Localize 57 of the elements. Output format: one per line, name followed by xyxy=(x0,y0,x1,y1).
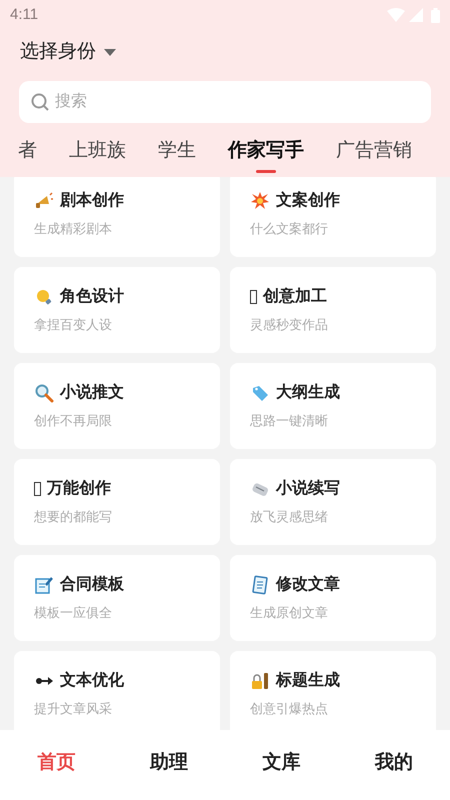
feature-card[interactable]: 角色设计 拿捏百变人设 xyxy=(14,266,220,352)
search-icon xyxy=(31,92,49,110)
nav-tab[interactable]: 我的 xyxy=(374,748,413,778)
card-subtitle: 什么文案都行 xyxy=(250,220,329,238)
card-subtitle: 创作不再局限 xyxy=(34,412,113,430)
feature-card[interactable]: 创意加工 灵感秒变作品 xyxy=(230,266,436,352)
identity-dropdown[interactable]: 选择身份 xyxy=(20,38,116,66)
lock-and-pen-icon xyxy=(250,670,270,691)
card-subtitle: 灵感秒变作品 xyxy=(250,316,329,334)
caret-icon xyxy=(104,48,116,56)
category-tab[interactable]: 者 xyxy=(18,136,37,175)
megaphone-icon xyxy=(34,190,54,211)
card-subtitle: 创意引爆热点 xyxy=(250,700,329,718)
feature-card[interactable]: 合同模板 模板一应俱全 xyxy=(14,554,220,640)
feature-card[interactable]: 剧本创作 生成精彩剧本 xyxy=(14,176,220,256)
search-field[interactable]: 搜索 xyxy=(19,80,431,122)
card-title: 小说续写 xyxy=(276,478,340,499)
card-title: 文案创作 xyxy=(276,190,340,211)
card-title: 角色设计 xyxy=(60,286,124,307)
feature-card[interactable]: 大纲生成 思路一键清晰 xyxy=(230,362,436,448)
category-tab[interactable]: 作家写手 xyxy=(228,136,304,175)
card-title: 创意加工 xyxy=(263,286,327,307)
card-title: 文本优化 xyxy=(60,670,124,691)
card-title: 大纲生成 xyxy=(276,382,340,403)
feature-card[interactable]: 文案创作 什么文案都行 xyxy=(230,176,436,256)
nav-tab[interactable]: 首页 xyxy=(37,748,76,778)
burst-icon xyxy=(250,190,270,211)
card-title: 合同模板 xyxy=(60,574,124,595)
category-tab[interactable]: 广告营销 xyxy=(336,136,412,175)
category-tab[interactable]: 上班族 xyxy=(69,136,126,175)
feature-card[interactable]: 小说续写 放飞灵感思绪 xyxy=(230,458,436,544)
magnifier-icon xyxy=(34,382,54,403)
nav-tab[interactable]: 助理 xyxy=(150,748,188,778)
card-subtitle: 生成精彩剧本 xyxy=(34,220,113,238)
card-subtitle: 放飞灵感思绪 xyxy=(250,508,329,526)
card-subtitle: 提升文章风采 xyxy=(34,700,113,718)
nav-tab[interactable]: 文库 xyxy=(262,748,300,778)
card-subtitle: 拿捏百变人设 xyxy=(34,316,113,334)
status-time: 4:11 xyxy=(10,4,38,25)
card-subtitle: 想要的都能写 xyxy=(34,508,113,526)
card-subtitle: 生成原创文章 xyxy=(250,604,329,622)
category-tab[interactable]: 学生 xyxy=(158,136,196,175)
card-title: 小说推文 xyxy=(60,382,124,403)
missing-glyph-icon xyxy=(34,482,41,496)
feature-card[interactable]: 小说推文 创作不再局限 xyxy=(14,362,220,448)
feature-card[interactable]: 文本优化 提升文章风采 xyxy=(14,650,220,730)
card-title: 修改文章 xyxy=(276,574,340,595)
missing-glyph-icon xyxy=(250,290,257,304)
card-title: 标题生成 xyxy=(276,670,340,691)
feature-card[interactable]: 标题生成 创意引爆热点 xyxy=(230,650,436,730)
feature-card[interactable]: 万能创作 想要的都能写 xyxy=(14,458,220,544)
feature-card[interactable]: 修改文章 生成原创文章 xyxy=(230,554,436,640)
card-title: 剧本创作 xyxy=(60,190,124,211)
memo-icon xyxy=(34,574,54,595)
card-subtitle: 思路一键清晰 xyxy=(250,412,329,430)
card-subtitle: 模板一应俱全 xyxy=(34,604,113,622)
card-title: 万能创作 xyxy=(47,478,111,499)
